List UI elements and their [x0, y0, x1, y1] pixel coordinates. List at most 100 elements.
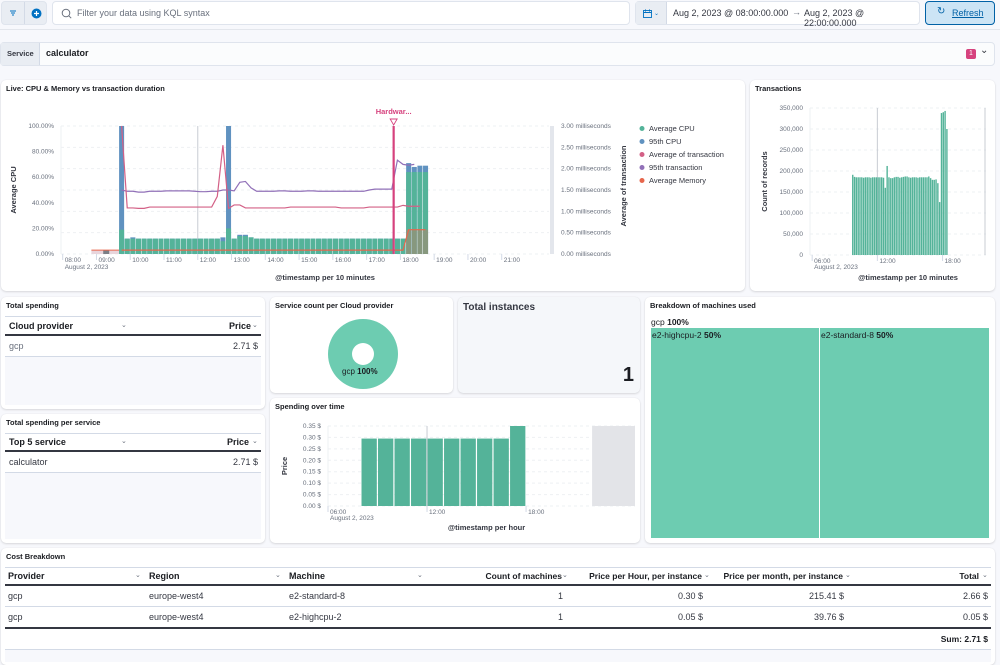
cell-machine: e2-highcpu-2 [289, 612, 342, 622]
column-header-cloud-provider[interactable]: Cloud provider [9, 321, 73, 331]
bar [866, 177, 868, 255]
bar-avg-cpu [254, 238, 260, 254]
chevron-down-icon[interactable]: ⌄ [562, 571, 568, 579]
start-date[interactable]: Aug 2, 2023 @ 08:00:00.000 [673, 8, 788, 18]
bar [852, 174, 854, 255]
bar-avg-cpu [276, 238, 282, 254]
bar [929, 178, 932, 255]
bar [444, 438, 460, 506]
column-header-total[interactable]: Total [959, 571, 979, 581]
bar [895, 176, 897, 255]
pie-chart [328, 319, 398, 389]
chevron-down-icon[interactable]: ⌄ [121, 321, 127, 329]
bar [411, 438, 427, 506]
y-tick-label: 50,000 [783, 231, 803, 238]
treemap-cell-e2-standard-8[interactable]: e2-standard-8 50% [820, 328, 989, 538]
kql-search-input[interactable]: Filter your data using KQL syntax [52, 1, 630, 25]
cell-region: europe-west4 [149, 591, 204, 601]
spending-per-service-panel: Total spending per service Top 5 service… [1, 414, 265, 543]
chevron-down-icon[interactable]: ⌄ [982, 571, 988, 579]
column-header-price[interactable]: Price [229, 321, 251, 331]
refresh-label: Refresh [952, 8, 984, 18]
x-tick-label: 13:00 [234, 257, 251, 264]
table-empty-area [5, 473, 261, 539]
bar [897, 176, 899, 255]
x-sub-label: August 2, 2023 [330, 515, 374, 522]
bar [890, 178, 892, 255]
header-divider [5, 450, 261, 452]
chevron-down-icon[interactable]: ⌄ [121, 437, 127, 445]
bar-avg-cpu [203, 238, 209, 254]
y-tick-label: 0.15 $ [303, 469, 321, 476]
selection-count-badge: 1 [966, 49, 976, 59]
y-tick-label: 0.20 $ [303, 457, 321, 464]
chevron-down-icon[interactable]: ⌄ [704, 571, 710, 579]
service-control-value: calculator [46, 48, 89, 58]
end-date[interactable]: Aug 2, 2023 @ 22:00:00.000 [804, 8, 919, 28]
annotation-label: Hardwar... [376, 107, 412, 116]
bar [877, 177, 879, 255]
table-empty-area [5, 357, 261, 405]
y-tick-label: 200,000 [780, 168, 804, 175]
quick-select-button[interactable]: ⌄ [636, 2, 667, 24]
y-tick-label: 300,000 [780, 126, 804, 133]
chevron-down-icon[interactable]: ⌄ [135, 571, 141, 579]
column-header-price[interactable]: Price [227, 437, 249, 447]
chevron-down-icon[interactable]: ⌄ [275, 571, 281, 579]
filter-options-group [1, 1, 47, 25]
machines-panel: Breakdown of machines used gcp 100% e2-h… [645, 297, 995, 543]
bar [920, 177, 923, 255]
legend-dot [639, 178, 645, 183]
divider [5, 606, 991, 607]
bar [908, 177, 910, 255]
column-header-top-5-service[interactable]: Top 5 service [9, 437, 66, 447]
bar [933, 179, 935, 255]
y-right-tick-label: 0.50 milliseconds [561, 230, 612, 237]
calendar-icon [643, 9, 652, 18]
y-right-axis-title: Average of transaction [619, 145, 628, 226]
bar-avg-cpu [169, 238, 175, 254]
bar [899, 177, 901, 255]
bar [946, 129, 948, 255]
legend-dot [639, 165, 645, 170]
service-control[interactable]: Service calculator 1 ⌄ [0, 42, 995, 66]
column-header-count[interactable]: Count of machines [485, 571, 562, 581]
x-tick-label: 08:00 [65, 257, 82, 264]
add-filter-button[interactable] [25, 2, 48, 24]
y-tick-label: 0.00 $ [303, 503, 321, 510]
bar-avg-cpu [361, 238, 367, 254]
refresh-button[interactable]: ↻ Refresh [925, 1, 995, 25]
filter-icon [10, 10, 16, 16]
bar [884, 187, 887, 255]
chevron-down-icon[interactable]: ⌄ [845, 571, 851, 579]
bar [886, 165, 888, 255]
x-axis-title: @timestamp per hour [448, 523, 525, 532]
column-header-provider[interactable]: Provider [8, 571, 45, 581]
x-tick-label: 19:00 [436, 257, 453, 264]
column-header-price-per-hour[interactable]: Price per Hour, per instance [589, 571, 702, 581]
divider [5, 316, 261, 317]
bar [871, 177, 874, 255]
bar [937, 183, 939, 255]
chevron-down-icon[interactable]: ⌄ [252, 437, 258, 445]
x-tick-label: 17:00 [369, 257, 386, 264]
column-header-machine[interactable]: Machine [289, 571, 325, 581]
transactions-chart: 0 50,000 100,000 150,000 200,000 250,000 300,0… [760, 105, 986, 282]
bar-avg-cpu [141, 238, 147, 254]
chevron-down-icon[interactable]: ⌄ [417, 571, 423, 579]
y-tick-label: 250,000 [780, 147, 804, 154]
search-icon [61, 8, 72, 19]
column-header-price-per-month[interactable]: Price per month, per instance [723, 571, 843, 581]
bar [942, 112, 944, 255]
bar-avg-cpu [293, 238, 299, 254]
column-header-region[interactable]: Region [149, 571, 180, 581]
treemap-cell-e2-highcpu-2[interactable]: e2-highcpu-2 50% [651, 328, 819, 538]
y-tick-label: 0.25 $ [303, 446, 321, 453]
bar [879, 177, 881, 255]
cell-price: 2.71 $ [232, 341, 258, 351]
bar [938, 202, 941, 255]
chevron-down-icon[interactable]: ⌄ [980, 45, 988, 56]
filter-menu-button[interactable] [2, 2, 25, 24]
chevron-down-icon[interactable]: ⌄ [252, 321, 258, 329]
y-right-tick-label: 2.50 milliseconds [561, 144, 612, 151]
